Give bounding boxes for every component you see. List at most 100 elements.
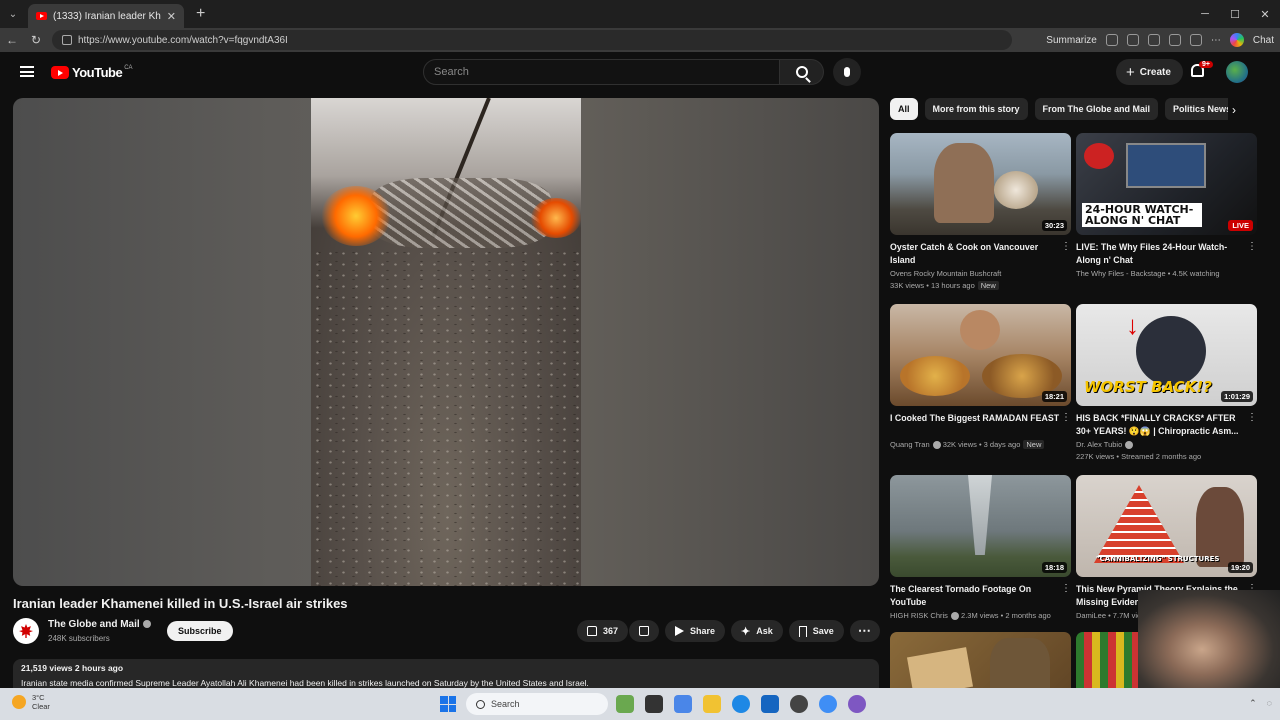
discord-icon[interactable]: [848, 695, 866, 713]
more-actions-button[interactable]: ⋯: [849, 620, 880, 642]
more-vertical-icon[interactable]: ⋮: [1247, 241, 1257, 252]
recommendation-channel[interactable]: The Why Files - Backstage • 4.5K watchin…: [1076, 269, 1251, 278]
video-thumbnail[interactable]: 30:23: [890, 133, 1071, 235]
recommendation-title[interactable]: I Cooked The Biggest RAMADAN FEAST: [890, 412, 1060, 438]
channel-avatar[interactable]: [13, 618, 39, 644]
like-button[interactable]: 367: [577, 620, 629, 642]
more-vertical-icon[interactable]: ⋮: [1061, 412, 1071, 423]
video-thumbnail[interactable]: ↓ WORST BACK!? 1:01:29: [1076, 304, 1257, 406]
taskbar-search[interactable]: Search: [466, 693, 608, 715]
tab-title: (1333) Iranian leader Khamenei ki: [53, 10, 161, 22]
app-icon[interactable]: [790, 695, 808, 713]
video-player[interactable]: [13, 98, 879, 586]
recommendation-title[interactable]: LIVE: The Why Files 24-Hour Watch-Along …: [1076, 241, 1246, 267]
chevron-right-icon[interactable]: ›: [1232, 103, 1236, 117]
chat-button[interactable]: Chat: [1253, 35, 1274, 46]
edge-browser-icon[interactable]: [732, 695, 750, 713]
menu-hamburger-icon[interactable]: [20, 66, 34, 77]
copilot-icon[interactable]: [1229, 33, 1244, 47]
recommendation-card[interactable]: [890, 632, 1071, 688]
recommendation-channel[interactable]: Quang Tran 32K views • 3 days ago New: [890, 440, 1065, 450]
minimize-button[interactable]: ─: [1190, 0, 1220, 28]
search-button[interactable]: [780, 59, 824, 85]
network-icon[interactable]: ◌: [1267, 698, 1272, 709]
video-thumbnail[interactable]: 18:21: [890, 304, 1071, 406]
recommendation-title[interactable]: HIS BACK *FINALLY CRACKS* AFTER 30+ YEAR…: [1076, 412, 1246, 438]
thumbnail-oyster: [994, 171, 1038, 209]
extensions-icon[interactable]: [1147, 34, 1160, 46]
recommendation-card[interactable]: ↓ WORST BACK!? 1:01:29 HIS BACK *FINALLY…: [1076, 304, 1257, 461]
reload-icon[interactable]: ↻: [24, 33, 48, 47]
chip-politics-news[interactable]: Politics News: [1165, 98, 1228, 120]
channel-name[interactable]: The Globe and Mail: [48, 619, 140, 630]
save-button[interactable]: Save: [788, 620, 844, 642]
video-thumbnail[interactable]: 18:18: [890, 475, 1071, 577]
tab-list-chevron-icon[interactable]: ⌄: [0, 0, 26, 28]
recommendation-card[interactable]: 24-HOUR WATCH-ALONG N' CHAT LIVE LIVE: T…: [1076, 133, 1257, 278]
thumbnail-screen: [1126, 143, 1206, 188]
video-thumbnail[interactable]: "CANNIBALIZING" STRUCTURES 19:20: [1076, 475, 1257, 577]
recommendation-card[interactable]: 18:18 The Clearest Tornado Footage On Yo…: [890, 475, 1071, 621]
tab-close-icon[interactable]: ✕: [167, 10, 176, 23]
video-thumbnail[interactable]: 24-HOUR WATCH-ALONG N' CHAT LIVE: [1076, 133, 1257, 235]
save-label: Save: [812, 626, 834, 636]
recommendation-channel[interactable]: Dr. Alex Tubio: [1076, 440, 1251, 450]
maximize-button[interactable]: ☐: [1220, 0, 1250, 28]
subscribe-button[interactable]: Subscribe: [167, 621, 233, 641]
favorite-star-icon[interactable]: [1126, 34, 1139, 46]
site-info-icon[interactable]: [62, 35, 72, 45]
browser-tab-bar: ⌄ (1333) Iranian leader Khamenei ki ✕ + …: [0, 0, 1280, 28]
back-arrow-icon[interactable]: ←: [0, 33, 24, 47]
weather-widget[interactable]: 3°C Clear: [12, 693, 50, 711]
thumbnail-caption: 24-HOUR WATCH-ALONG N' CHAT: [1082, 203, 1202, 227]
more-vertical-icon[interactable]: ⋮: [1061, 241, 1071, 252]
sun-icon: [12, 695, 26, 709]
collections-icon[interactable]: [1168, 34, 1181, 46]
task-view-icon[interactable]: [645, 695, 663, 713]
profile-icon[interactable]: [1189, 34, 1202, 46]
plus-icon: +: [1126, 63, 1135, 81]
new-badge: New: [977, 281, 999, 290]
channel-name-row[interactable]: The Globe and Mail: [48, 619, 151, 630]
recommendation-card[interactable]: [1076, 632, 1138, 688]
browser-menu-icon[interactable]: ⋯: [1211, 35, 1221, 46]
thumbnail-caption: "CANNIBALIZING" STRUCTURES: [1096, 555, 1220, 563]
youtube-logo[interactable]: YouTube CA: [51, 65, 133, 80]
dislike-button[interactable]: [629, 620, 660, 642]
system-tray: ⌃ ◌: [1249, 698, 1272, 709]
browser-tab[interactable]: (1333) Iranian leader Khamenei ki ✕: [28, 4, 184, 28]
chip-from-channel[interactable]: From The Globe and Mail: [1034, 98, 1159, 120]
store-icon[interactable]: [761, 695, 779, 713]
summarize-button[interactable]: Summarize: [1046, 35, 1097, 46]
read-aloud-icon[interactable]: [1105, 34, 1118, 46]
copilot-app-icon[interactable]: [819, 695, 837, 713]
app-icon[interactable]: [674, 695, 692, 713]
widgets-icon[interactable]: [616, 695, 634, 713]
recommendation-title[interactable]: Oyster Catch & Cook on Vancouver Island: [890, 241, 1060, 267]
windows-start-icon[interactable]: [440, 696, 456, 712]
url-field[interactable]: https://www.youtube.com/watch?v=fqgvndtA…: [52, 30, 1012, 50]
chip-all[interactable]: All: [890, 98, 918, 120]
voice-search-button[interactable]: [833, 58, 861, 86]
account-avatar[interactable]: [1226, 61, 1248, 83]
tray-chevron-icon[interactable]: ⌃: [1249, 698, 1257, 709]
recommendation-card[interactable]: 18:21 I Cooked The Biggest RAMADAN FEAST…: [890, 304, 1071, 450]
share-label: Share: [690, 626, 716, 636]
share-button[interactable]: Share: [665, 620, 726, 642]
more-vertical-icon[interactable]: ⋮: [1247, 412, 1257, 423]
recommendation-title[interactable]: The Clearest Tornado Footage On YouTube: [890, 583, 1060, 609]
video-thumbnail[interactable]: [890, 632, 1071, 688]
new-tab-button[interactable]: +: [196, 5, 205, 23]
recommendation-card[interactable]: 30:23 Oyster Catch & Cook on Vancouver I…: [890, 133, 1071, 290]
close-window-button[interactable]: ✕: [1250, 0, 1280, 28]
search-input[interactable]: Search: [423, 59, 780, 85]
ask-button[interactable]: ✦ Ask: [731, 620, 783, 642]
video-thumbnail[interactable]: [1076, 632, 1138, 688]
more-vertical-icon[interactable]: ⋮: [1061, 583, 1071, 594]
share-arrow-icon: [675, 626, 685, 636]
chip-more-from-story[interactable]: More from this story: [924, 98, 1028, 120]
create-button[interactable]: + Create: [1116, 59, 1183, 85]
recommendation-channel[interactable]: Ovens Rocky Mountain Bushcraft: [890, 269, 1065, 278]
recommendation-channel[interactable]: HIGH RISK Chris 2.3M views • 2 months ag…: [890, 611, 1065, 621]
file-explorer-icon[interactable]: [703, 695, 721, 713]
